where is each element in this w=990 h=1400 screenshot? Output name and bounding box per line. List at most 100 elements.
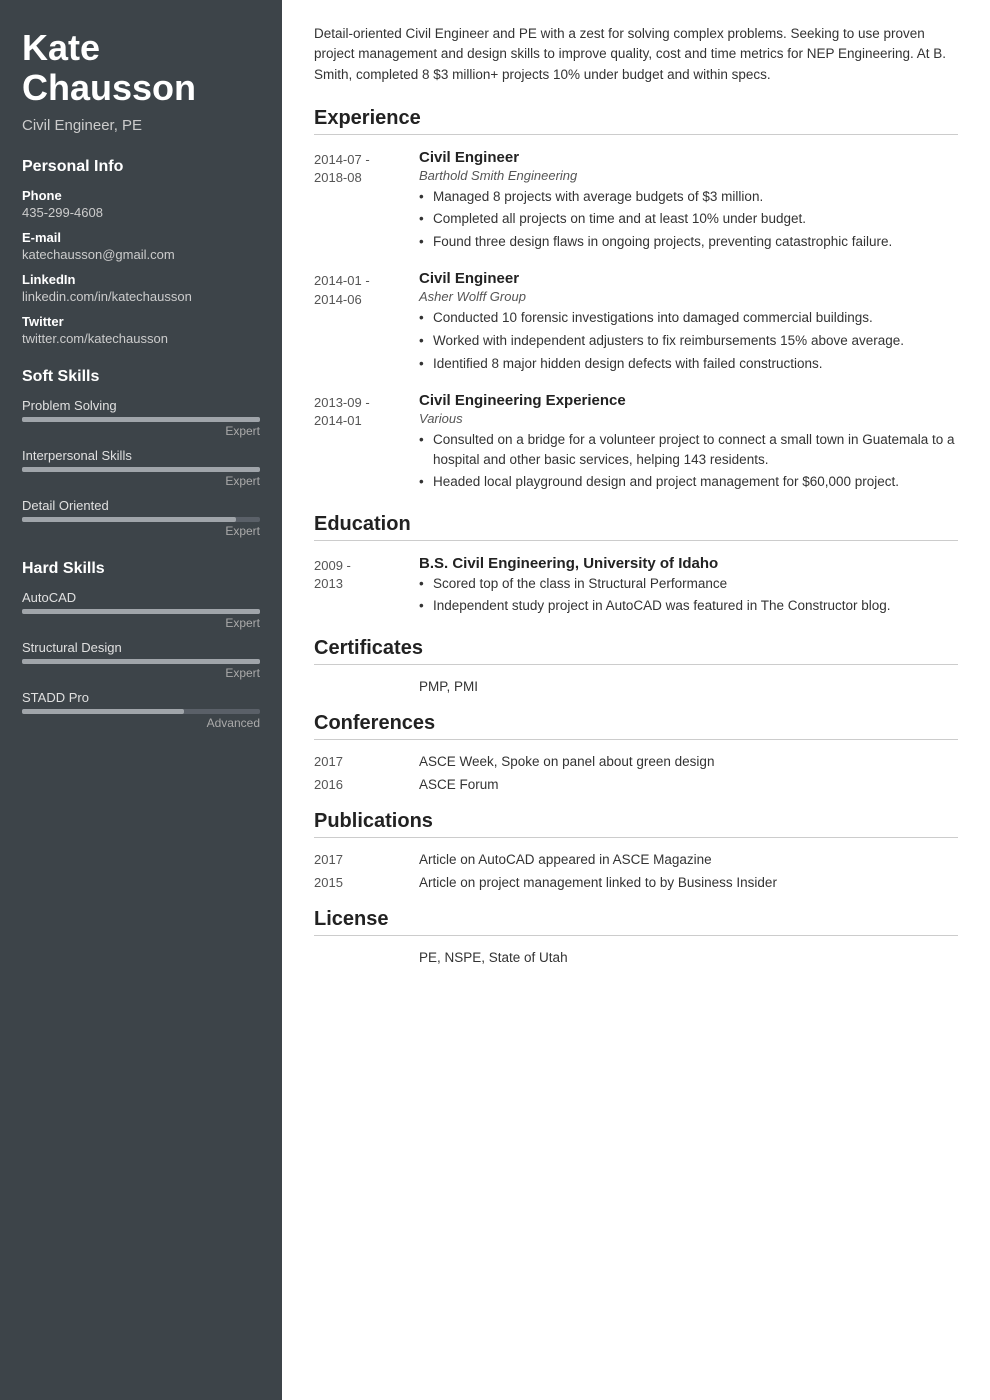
soft-skill-bar-bg-1 [22, 467, 260, 472]
experience-section: Experience 2014-07 -2018-08 Civil Engine… [314, 107, 958, 495]
bullet: Identified 8 major hidden design defects… [419, 354, 958, 374]
edu-date-0: 2009 -2013 [314, 555, 419, 619]
soft-skill-name-0: Problem Solving [22, 398, 260, 413]
bullet: Scored top of the class in Structural Pe… [419, 574, 958, 594]
hard-skill-name-2: STADD Pro [22, 690, 260, 705]
exp-company-2: Various [419, 411, 958, 426]
bullet: Found three design flaws in ongoing proj… [419, 232, 958, 252]
soft-skill-bar-fill-2 [22, 517, 236, 522]
soft-skill-item-0: Problem Solving Expert [22, 398, 260, 438]
conf-text-1: ASCE Forum [419, 777, 958, 792]
license-text: PE, NSPE, State of Utah [314, 950, 958, 965]
pub-date-1: 2015 [314, 875, 419, 890]
soft-skill-level-2: Expert [22, 524, 260, 538]
conf-date-0: 2017 [314, 754, 419, 769]
exp-bullets-0: Managed 8 projects with average budgets … [419, 187, 958, 252]
exp-body-2: Civil Engineering Experience Various Con… [419, 392, 958, 495]
license-section: License PE, NSPE, State of Utah [314, 908, 958, 965]
candidate-name: KateChausson [22, 28, 260, 107]
exp-date-0: 2014-07 -2018-08 [314, 149, 419, 255]
exp-company-0: Barthold Smith Engineering [419, 168, 958, 183]
soft-skills-heading: Soft Skills [22, 368, 260, 386]
soft-skill-level-1: Expert [22, 474, 260, 488]
conf-date-1: 2016 [314, 777, 419, 792]
soft-skills-section: Soft Skills Problem Solving Expert Inter… [22, 368, 260, 538]
hard-skill-bar-bg-2 [22, 709, 260, 714]
edu-body-0: B.S. Civil Engineering, University of Id… [419, 555, 958, 619]
certificates-section: Certificates PMP, PMI [314, 637, 958, 694]
hard-skill-bar-bg-1 [22, 659, 260, 664]
hard-skill-bar-fill-1 [22, 659, 260, 664]
bullet: Headed local playground design and proje… [419, 472, 958, 492]
hard-skill-item-0: AutoCAD Expert [22, 590, 260, 630]
phone-value: 435-299-4608 [22, 205, 260, 220]
email-value: katechausson@gmail.com [22, 247, 260, 262]
hard-skill-bar-bg-0 [22, 609, 260, 614]
exp-bullets-2: Consulted on a bridge for a volunteer pr… [419, 430, 958, 492]
bullet: Worked with independent adjusters to fix… [419, 331, 958, 351]
linkedin-label: LinkedIn [22, 272, 260, 287]
soft-skill-bar-fill-0 [22, 417, 260, 422]
hard-skill-item-2: STADD Pro Advanced [22, 690, 260, 730]
conferences-section: Conferences 2017 ASCE Week, Spoke on pan… [314, 712, 958, 792]
personal-info-section: Personal Info Phone 435-299-4608 E-mail … [22, 158, 260, 346]
exp-title-0: Civil Engineer [419, 149, 958, 166]
exp-date-1: 2014-01 -2014-06 [314, 270, 419, 376]
conference-entry-1: 2016 ASCE Forum [314, 777, 958, 792]
pub-text-0: Article on AutoCAD appeared in ASCE Maga… [419, 852, 958, 867]
edu-title-0: B.S. Civil Engineering, University of Id… [419, 555, 958, 572]
education-entry-0: 2009 -2013 B.S. Civil Engineering, Unive… [314, 555, 958, 619]
experience-entry-1: 2014-01 -2014-06 Civil Engineer Asher Wo… [314, 270, 958, 376]
soft-skill-bar-fill-1 [22, 467, 260, 472]
experience-heading: Experience [314, 107, 958, 135]
conference-entry-0: 2017 ASCE Week, Spoke on panel about gre… [314, 754, 958, 769]
personal-info-heading: Personal Info [22, 158, 260, 176]
soft-skill-bar-bg-2 [22, 517, 260, 522]
twitter-label: Twitter [22, 314, 260, 329]
soft-skill-bar-bg-0 [22, 417, 260, 422]
bullet: Consulted on a bridge for a volunteer pr… [419, 430, 958, 469]
soft-skill-name-1: Interpersonal Skills [22, 448, 260, 463]
hard-skill-level-1: Expert [22, 666, 260, 680]
exp-company-1: Asher Wolff Group [419, 289, 958, 304]
twitter-value: twitter.com/katechausson [22, 331, 260, 346]
soft-skill-name-2: Detail Oriented [22, 498, 260, 513]
exp-body-1: Civil Engineer Asher Wolff Group Conduct… [419, 270, 958, 376]
hard-skills-section: Hard Skills AutoCAD Expert Structural De… [22, 560, 260, 730]
exp-title-2: Civil Engineering Experience [419, 392, 958, 409]
hard-skill-level-2: Advanced [22, 716, 260, 730]
email-label: E-mail [22, 230, 260, 245]
edu-bullets-0: Scored top of the class in Structural Pe… [419, 574, 958, 616]
candidate-title: Civil Engineer, PE [22, 117, 260, 134]
bullet: Conducted 10 forensic investigations int… [419, 308, 958, 328]
sidebar: KateChausson Civil Engineer, PE Personal… [0, 0, 282, 1400]
conf-text-0: ASCE Week, Spoke on panel about green de… [419, 754, 958, 769]
hard-skill-item-1: Structural Design Expert [22, 640, 260, 680]
hard-skill-bar-fill-0 [22, 609, 260, 614]
education-section: Education 2009 -2013 B.S. Civil Engineer… [314, 513, 958, 619]
hard-skill-name-1: Structural Design [22, 640, 260, 655]
experience-entry-0: 2014-07 -2018-08 Civil Engineer Barthold… [314, 149, 958, 255]
experience-entry-2: 2013-09 -2014-01 Civil Engineering Exper… [314, 392, 958, 495]
exp-body-0: Civil Engineer Barthold Smith Engineerin… [419, 149, 958, 255]
summary-text: Detail-oriented Civil Engineer and PE wi… [314, 24, 958, 85]
soft-skill-item-2: Detail Oriented Expert [22, 498, 260, 538]
hard-skill-name-0: AutoCAD [22, 590, 260, 605]
pub-text-1: Article on project management linked to … [419, 875, 958, 890]
phone-label: Phone [22, 188, 260, 203]
exp-title-1: Civil Engineer [419, 270, 958, 287]
soft-skill-level-0: Expert [22, 424, 260, 438]
bullet: Independent study project in AutoCAD was… [419, 596, 958, 616]
publication-entry-0: 2017 Article on AutoCAD appeared in ASCE… [314, 852, 958, 867]
certificates-heading: Certificates [314, 637, 958, 665]
publication-entry-1: 2015 Article on project management linke… [314, 875, 958, 890]
hard-skills-heading: Hard Skills [22, 560, 260, 578]
certificates-text: PMP, PMI [314, 679, 958, 694]
bullet: Managed 8 projects with average budgets … [419, 187, 958, 207]
license-heading: License [314, 908, 958, 936]
soft-skill-item-1: Interpersonal Skills Expert [22, 448, 260, 488]
conferences-heading: Conferences [314, 712, 958, 740]
main-content: Detail-oriented Civil Engineer and PE wi… [282, 0, 990, 1400]
exp-bullets-1: Conducted 10 forensic investigations int… [419, 308, 958, 373]
pub-date-0: 2017 [314, 852, 419, 867]
